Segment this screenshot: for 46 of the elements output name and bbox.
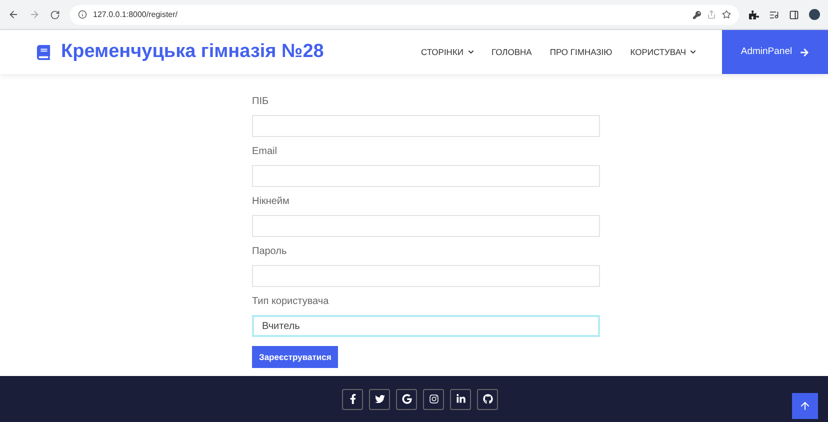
nav-link[interactable]: ГОЛОВНА [492, 46, 532, 58]
field-label: Нікнейм [252, 195, 290, 209]
address-bar[interactable]: 127.0.0.1:8000/register/ [70, 4, 739, 24]
social-link[interactable] [342, 388, 363, 410]
avatar-icon[interactable] [809, 9, 820, 20]
social-link[interactable] [423, 388, 444, 410]
input-field[interactable] [252, 215, 600, 237]
chevron-icon [690, 49, 696, 55]
list-icon[interactable] [769, 10, 779, 20]
info-icon[interactable] [78, 10, 87, 19]
book-icon [36, 44, 51, 60]
star-icon[interactable] [722, 10, 731, 19]
admin-panel-button[interactable]: AdminPanel [722, 30, 828, 74]
brand-title[interactable]: Кременчуцька гімназія №28 [61, 38, 324, 66]
field-label: Тип користувача [252, 295, 330, 309]
url-text: 127.0.0.1:8000/register/ [93, 8, 178, 20]
google-icon [402, 394, 412, 404]
puzzle-icon[interactable] [749, 10, 759, 20]
social-link[interactable] [396, 388, 417, 410]
key-icon[interactable] [693, 10, 701, 18]
field-label: Email [252, 145, 278, 159]
input-field[interactable] [252, 165, 600, 187]
panel-icon[interactable] [789, 10, 799, 20]
bird-icon [374, 394, 384, 404]
input-field[interactable] [252, 265, 600, 287]
social-link[interactable] [450, 388, 471, 410]
select-field[interactable]: Вчитель [252, 315, 600, 337]
arrow-up-icon [799, 400, 811, 412]
social-link[interactable] [477, 388, 498, 410]
linkedin-icon [456, 394, 466, 404]
nav-link[interactable]: СТОРІНКИ [421, 46, 474, 58]
field-label: ПІБ [252, 95, 270, 109]
back-icon[interactable] [8, 9, 19, 20]
scroll-top-button[interactable] [792, 393, 818, 419]
field-label: Пароль [252, 245, 288, 259]
nav-link[interactable]: КОРИСТУВАЧ [630, 46, 696, 58]
facebook-icon [348, 394, 358, 404]
chevron-icon [468, 49, 474, 55]
register-button[interactable]: Зареєструватися [252, 346, 338, 368]
arrow-right-icon [800, 48, 810, 56]
nav-link[interactable]: ПРО ГІМНАЗІЮ [550, 46, 612, 58]
input-field[interactable] [252, 115, 600, 137]
github-icon [482, 394, 492, 404]
camera-icon [428, 394, 438, 404]
social-link[interactable] [369, 388, 390, 410]
reload-icon[interactable] [50, 10, 60, 20]
